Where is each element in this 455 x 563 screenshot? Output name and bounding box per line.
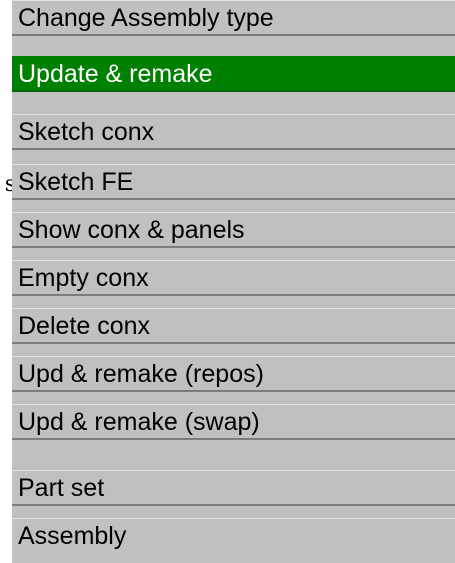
- menu-item-sketch-fe[interactable]: Sketch FE: [12, 164, 455, 200]
- context-menu: Change Assembly type Update & remake Ske…: [12, 0, 455, 563]
- menu-item-upd-remake-swap[interactable]: Upd & remake (swap): [12, 404, 455, 440]
- menu-item-empty-conx[interactable]: Empty conx: [12, 260, 455, 296]
- menu-item-show-conx-panels[interactable]: Show conx & panels: [12, 212, 455, 248]
- menu-separator: [12, 452, 455, 468]
- menu-item-update-remake[interactable]: Update & remake: [12, 56, 455, 92]
- menu-item-upd-remake-repos[interactable]: Upd & remake (repos): [12, 356, 455, 392]
- menu-item-part-set[interactable]: Part set: [12, 470, 455, 506]
- menu-item-assembly[interactable]: Assembly: [12, 518, 455, 563]
- menu-item-delete-conx[interactable]: Delete conx: [12, 308, 455, 344]
- menu-item-change-assembly-type[interactable]: Change Assembly type: [12, 0, 455, 36]
- menu-item-sketch-conx[interactable]: Sketch conx: [12, 114, 455, 150]
